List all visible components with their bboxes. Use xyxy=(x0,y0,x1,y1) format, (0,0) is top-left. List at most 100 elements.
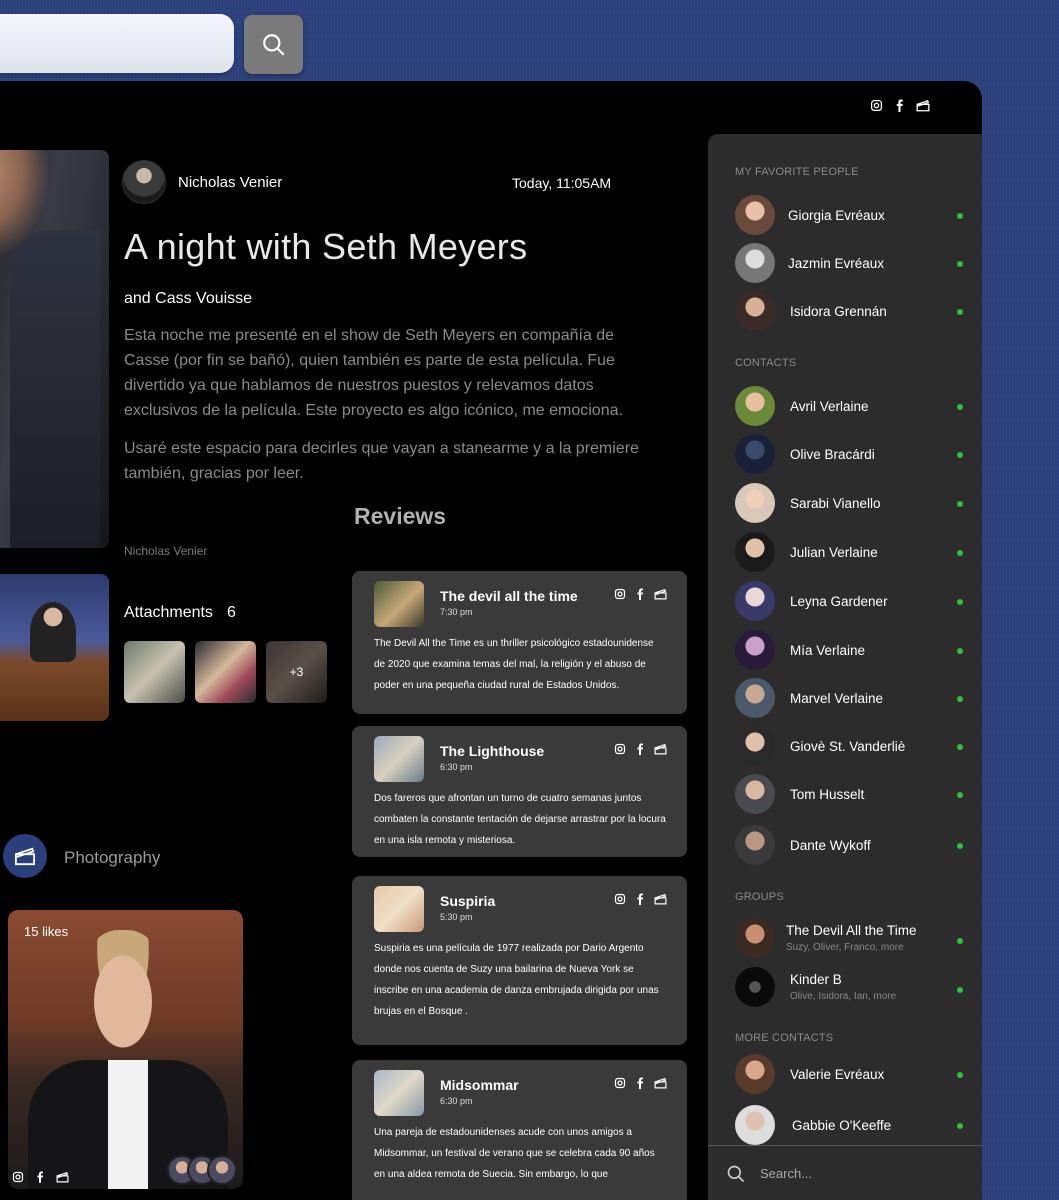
contact-item[interactable]: Dante Wykoff xyxy=(735,825,963,865)
review-text: Dos fareros que afrontan un turno de cua… xyxy=(374,793,666,846)
online-status-dot xyxy=(957,599,963,605)
online-status-dot xyxy=(957,744,963,750)
favorites-heading: MY FAVORITE PEOPLE xyxy=(735,166,859,178)
contact-item[interactable]: Sarabi Vianello xyxy=(735,483,963,523)
contact-name: Avril Verlaine xyxy=(790,398,869,414)
instagram-icon[interactable] xyxy=(12,1171,24,1183)
photography-badge[interactable] xyxy=(3,834,47,878)
post-secondary-photo[interactable] xyxy=(0,574,109,721)
group-members: Olive, Isidora, Ian, more xyxy=(790,991,897,1002)
clapperboard-icon[interactable] xyxy=(916,99,930,112)
avatar xyxy=(735,967,775,1007)
instagram-icon[interactable] xyxy=(614,743,626,755)
instagram-icon[interactable] xyxy=(614,588,626,600)
contact-name: Tom Husselt xyxy=(790,786,865,802)
post-author: Nicholas Venier xyxy=(122,160,282,204)
clapperboard-icon[interactable] xyxy=(56,1171,69,1183)
photography-label[interactable]: Photography xyxy=(64,848,160,868)
facebook-icon[interactable] xyxy=(636,893,644,905)
review-poster xyxy=(374,736,424,782)
contact-item[interactable]: Julian Verlaine xyxy=(735,532,963,572)
contact-item[interactable]: Giorgia Evréaux xyxy=(735,195,963,235)
instagram-icon[interactable] xyxy=(870,99,883,112)
facebook-icon[interactable] xyxy=(36,1171,44,1183)
more-contacts-heading: MORE CONTACTS xyxy=(735,1032,834,1044)
review-card[interactable]: The devil all the time 7:30 pm The Devil… xyxy=(352,571,687,714)
instagram-icon[interactable] xyxy=(614,1077,626,1089)
photography-photo[interactable]: 15 likes xyxy=(8,910,243,1189)
contact-item[interactable]: Valerie Evréaux xyxy=(735,1054,963,1094)
review-time: 6:30 pm xyxy=(440,762,473,772)
online-status-dot xyxy=(957,309,963,315)
top-search-button[interactable] xyxy=(244,15,303,74)
contact-item[interactable]: Tom Husselt xyxy=(735,774,963,814)
likes-count[interactable]: 15 likes xyxy=(24,924,68,939)
attachment-thumbnail[interactable] xyxy=(124,641,185,703)
contact-item[interactable]: Mía Verlaine xyxy=(735,630,963,670)
contact-item[interactable]: Leyna Gardener xyxy=(735,581,963,621)
online-status-dot xyxy=(957,452,963,458)
avatar xyxy=(735,243,775,283)
review-poster xyxy=(374,581,424,627)
avatar xyxy=(735,918,775,958)
group-item[interactable]: Kinder B Olive, Isidora, Ian, more xyxy=(735,965,963,1009)
review-poster xyxy=(374,1070,424,1116)
avatar xyxy=(735,483,775,523)
avatar xyxy=(735,532,775,572)
contact-item[interactable]: Marvel Verlaine xyxy=(735,678,963,718)
facebook-icon[interactable] xyxy=(636,743,644,755)
facebook-icon[interactable] xyxy=(636,588,644,600)
contact-item[interactable]: Gabbie O'Keeffe xyxy=(735,1105,963,1145)
online-status-dot xyxy=(957,843,963,849)
more-count: +3 xyxy=(289,665,304,679)
sidebar-search-input[interactable] xyxy=(760,1166,940,1181)
review-text: Suspiria es una película de 1977 realiza… xyxy=(374,943,659,1017)
review-poster xyxy=(374,886,424,932)
instagram-icon[interactable] xyxy=(614,893,626,905)
review-title[interactable]: The devil all the time xyxy=(440,588,598,604)
review-title[interactable]: The Lighthouse xyxy=(440,743,598,759)
clapperboard-icon[interactable] xyxy=(654,1077,667,1089)
group-name: The Devil All the Time xyxy=(786,923,917,938)
avatar[interactable] xyxy=(122,160,166,204)
contacts-sidebar: MY FAVORITE PEOPLE Giorgia Evréaux Jazmi… xyxy=(708,134,982,1200)
avatar xyxy=(735,581,775,621)
attachment-thumbnail[interactable] xyxy=(195,641,256,703)
contact-name: Gabbie O'Keeffe xyxy=(792,1117,892,1133)
review-card[interactable]: The Lighthouse 6:30 pm Dos fareros que a… xyxy=(352,726,687,857)
clapperboard-icon[interactable] xyxy=(654,588,667,600)
review-title[interactable]: Suspiria xyxy=(440,893,598,909)
review-card[interactable]: Midsommar 6:30 pm Una pareja de estadoun… xyxy=(352,1060,687,1200)
facebook-icon[interactable] xyxy=(636,1077,644,1089)
group-item[interactable]: The Devil All the Time Suzy, Oliver, Fran… xyxy=(735,916,963,960)
post-hero-photo[interactable] xyxy=(0,150,109,548)
search-icon xyxy=(261,32,287,58)
attachment-more-thumbnail[interactable]: +3 xyxy=(266,641,327,703)
contact-name: Giovè St. Vanderliè xyxy=(790,738,906,754)
app-frame: Nicholas Venier Today, 11:05AM A night w… xyxy=(0,81,982,1200)
post-byline: Nicholas Venier xyxy=(124,544,208,558)
contact-item[interactable]: Jazmin Evréaux xyxy=(735,243,963,283)
online-status-dot xyxy=(957,1072,963,1078)
contact-name: Julian Verlaine xyxy=(790,544,878,560)
review-social-icons xyxy=(614,893,667,905)
liked-by-avatars[interactable] xyxy=(167,1155,237,1185)
clapperboard-icon[interactable] xyxy=(654,893,667,905)
contact-name: Sarabi Vianello xyxy=(790,495,881,511)
attachments-heading: Attachments 6 xyxy=(124,604,236,622)
contact-item[interactable]: Olive Bracárdi xyxy=(735,434,963,474)
contact-item[interactable]: Giovè St. Vanderliè xyxy=(735,726,963,766)
review-card[interactable]: Suspiria 5:30 pm Suspiria es una películ… xyxy=(352,876,687,1045)
contact-item[interactable]: Avril Verlaine xyxy=(735,386,963,426)
facebook-icon[interactable] xyxy=(895,99,904,112)
author-name[interactable]: Nicholas Venier xyxy=(178,174,282,191)
avatar xyxy=(735,386,775,426)
contact-name: Isidora Grennán xyxy=(790,303,887,319)
contact-item[interactable]: Isidora Grennán xyxy=(735,291,963,331)
online-status-dot xyxy=(957,696,963,702)
post-title: A night with Seth Meyers xyxy=(124,226,528,267)
review-title[interactable]: Midsommar xyxy=(440,1077,598,1093)
clapperboard-icon[interactable] xyxy=(654,743,667,755)
photo-social-icons xyxy=(12,1171,69,1183)
top-search-input[interactable] xyxy=(0,14,234,73)
